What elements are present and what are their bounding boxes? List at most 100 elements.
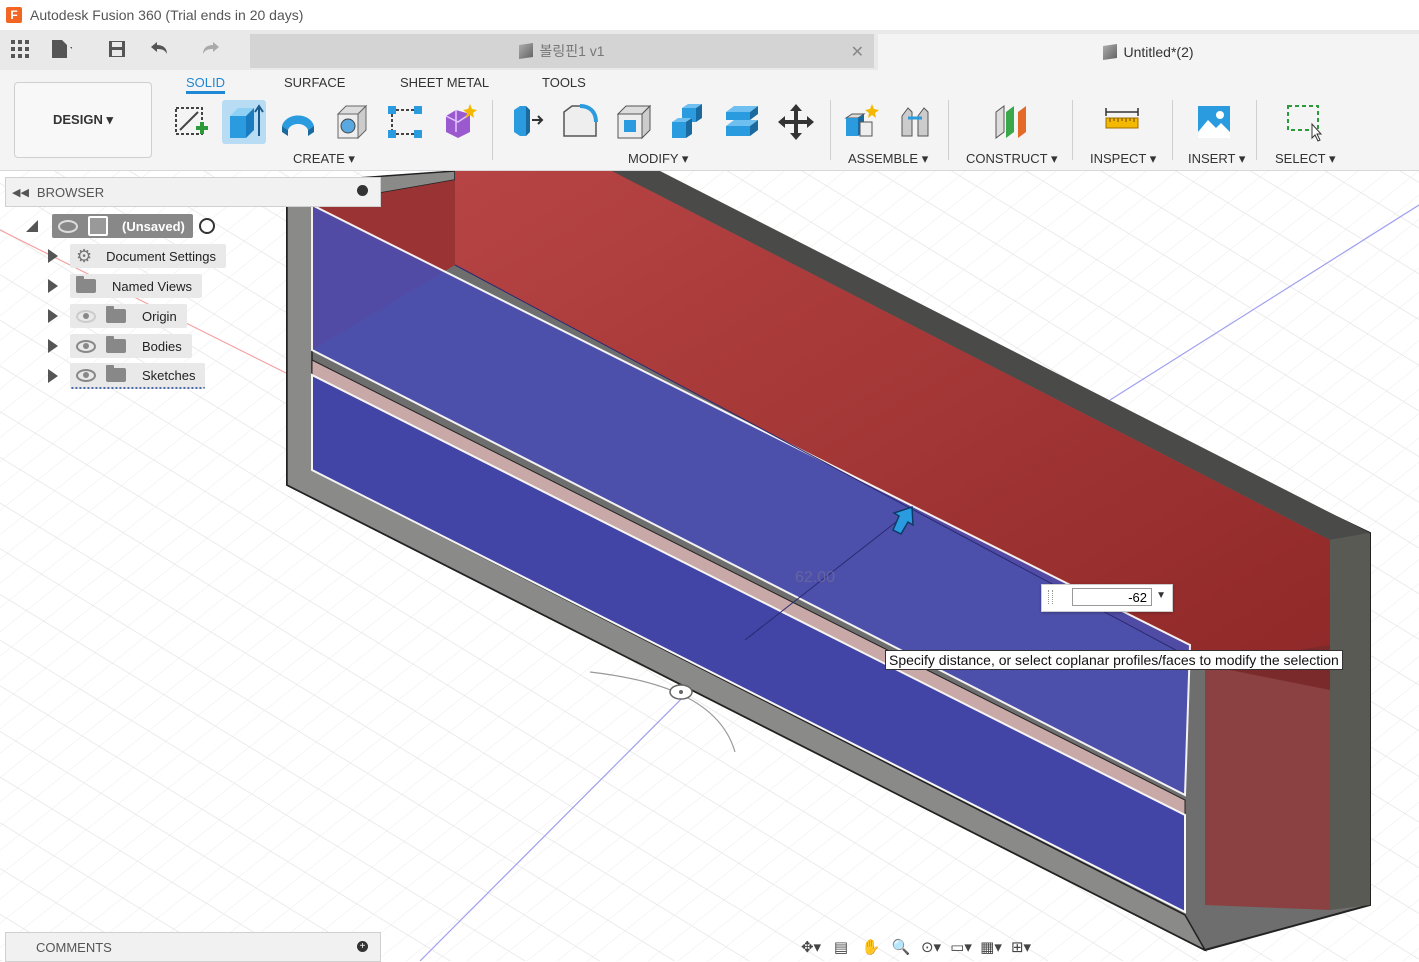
tree-chip[interactable]: ⚙ Document Settings bbox=[70, 244, 226, 268]
browser-item-origin[interactable]: Origin bbox=[48, 304, 187, 328]
browser-root-row[interactable]: (Unsaved) bbox=[26, 214, 215, 238]
tree-chip[interactable]: Origin bbox=[70, 304, 187, 328]
pivot-dot bbox=[679, 690, 683, 694]
browser-item-sketches[interactable]: Sketches bbox=[48, 363, 206, 389]
new-component-icon[interactable] bbox=[840, 100, 884, 144]
fusion-logo-icon: F bbox=[6, 7, 22, 23]
pattern-icon[interactable] bbox=[384, 100, 428, 144]
offset-plane-icon[interactable] bbox=[990, 100, 1034, 144]
redo-icon[interactable] bbox=[200, 38, 222, 60]
pan-icon[interactable]: ✋ bbox=[860, 937, 882, 957]
tree-label: Sketches bbox=[142, 367, 196, 383]
extrude-icon[interactable] bbox=[222, 100, 266, 144]
visibility-eye-icon[interactable] bbox=[76, 368, 96, 382]
expand-triangle-icon[interactable] bbox=[48, 309, 58, 323]
folder-icon bbox=[106, 365, 126, 382]
fit-icon[interactable]: ⊙▾ bbox=[920, 937, 942, 957]
fillet-icon[interactable] bbox=[558, 100, 602, 144]
close-icon[interactable]: ✕ bbox=[851, 42, 864, 62]
expand-triangle-icon[interactable] bbox=[48, 339, 58, 353]
grid-settings-icon[interactable]: ▦▾ bbox=[980, 937, 1002, 957]
save-icon[interactable] bbox=[106, 38, 128, 60]
browser-item-named-views[interactable]: Named Views bbox=[48, 274, 202, 298]
display-settings-icon[interactable]: ▭▾ bbox=[950, 937, 972, 957]
tab-solid[interactable]: SOLID bbox=[186, 75, 226, 94]
create-form-icon[interactable] bbox=[438, 100, 482, 144]
workspace-switcher-button[interactable]: DESIGN ▾ bbox=[14, 82, 152, 158]
component-icon bbox=[519, 43, 534, 59]
group-separator bbox=[1172, 100, 1173, 160]
joint-icon[interactable] bbox=[894, 100, 938, 144]
create-menu[interactable]: CREATE ▾ bbox=[293, 151, 355, 167]
grid-icon[interactable] bbox=[9, 38, 31, 60]
distance-input[interactable] bbox=[1072, 588, 1152, 606]
tree-chip[interactable]: Named Views bbox=[70, 274, 202, 298]
lower-cavity-right-wall bbox=[1205, 665, 1330, 910]
document-tab-inactive[interactable]: 볼링핀1 v1 ✕ bbox=[250, 34, 874, 68]
group-separator bbox=[492, 100, 493, 160]
measure-icon[interactable] bbox=[1100, 100, 1144, 144]
split-body-icon[interactable] bbox=[720, 100, 764, 144]
file-icon[interactable] bbox=[50, 38, 72, 60]
drag-grip-icon[interactable] bbox=[1048, 590, 1053, 604]
hidden-eye-icon[interactable] bbox=[76, 309, 96, 323]
expand-triangle-icon[interactable] bbox=[48, 249, 58, 263]
modify-menu[interactable]: MODIFY ▾ bbox=[628, 151, 688, 167]
browser-item-document-settings[interactable]: ⚙ Document Settings bbox=[48, 244, 226, 268]
activate-radio-icon[interactable] bbox=[198, 218, 215, 234]
inspect-menu[interactable]: INSPECT ▾ bbox=[1090, 151, 1156, 167]
folder-icon bbox=[106, 336, 126, 353]
tab-sheet-metal[interactable]: SHEET METAL bbox=[400, 75, 489, 90]
folder-icon bbox=[76, 276, 96, 293]
model-canvas[interactable]: 62.00 bbox=[0, 171, 1419, 961]
right-side-face bbox=[1330, 533, 1370, 910]
comments-panel-header[interactable]: COMMENTS + bbox=[5, 932, 381, 962]
viewports-icon[interactable]: ⊞▾ bbox=[1010, 937, 1032, 957]
visibility-eye-icon[interactable] bbox=[76, 339, 96, 353]
insert-menu[interactable]: INSERT ▾ bbox=[1188, 151, 1245, 167]
select-menu[interactable]: SELECT ▾ bbox=[1275, 151, 1335, 167]
browser-title: BROWSER bbox=[36, 184, 105, 200]
combine-icon[interactable] bbox=[666, 100, 710, 144]
root-component-chip[interactable]: (Unsaved) bbox=[52, 214, 193, 238]
insert-image-icon[interactable] bbox=[1192, 100, 1236, 144]
expand-triangle-icon[interactable] bbox=[48, 279, 58, 293]
browser-item-bodies[interactable]: Bodies bbox=[48, 334, 192, 358]
group-separator bbox=[1072, 100, 1073, 160]
expand-triangle-icon[interactable] bbox=[48, 369, 58, 383]
browser-panel-header[interactable]: ◀◀ BROWSER bbox=[5, 177, 381, 207]
root-label: (Unsaved) bbox=[122, 218, 185, 234]
shell-icon[interactable] bbox=[612, 100, 656, 144]
collapse-triangle-icon[interactable] bbox=[26, 220, 38, 232]
tree-label: Origin bbox=[142, 308, 177, 324]
document-tab-label: Untitled*(2) bbox=[1123, 44, 1194, 60]
zoom-icon[interactable]: 🔍 bbox=[890, 937, 912, 957]
assemble-menu[interactable]: ASSEMBLE ▾ bbox=[848, 151, 928, 167]
create-sketch-icon[interactable] bbox=[168, 100, 212, 144]
collapse-left-icon[interactable]: ◀◀ bbox=[12, 186, 29, 199]
orbit-constrained-icon[interactable]: ✥▾ bbox=[800, 937, 822, 957]
tab-surface[interactable]: SURFACE bbox=[284, 75, 345, 90]
navigation-bar: ✥▾ ▤ ✋ 🔍 ⊙▾ ▭▾ ▦▾ ⊞▾ bbox=[800, 935, 1110, 959]
tab-tools[interactable]: TOOLS bbox=[542, 75, 586, 90]
visibility-eye-icon[interactable] bbox=[58, 219, 78, 233]
tree-chip[interactable]: Bodies bbox=[70, 334, 192, 358]
canvas-viewport[interactable]: 62.00 bbox=[0, 171, 1419, 961]
chevron-down-icon[interactable]: ▼ bbox=[1156, 590, 1166, 601]
revolve-icon[interactable] bbox=[276, 100, 320, 144]
pin-icon[interactable] bbox=[357, 185, 368, 196]
toolbar-ribbon: DESIGN ▾ SOLID SURFACE SHEET METAL TOOLS… bbox=[0, 70, 1419, 171]
look-at-icon[interactable]: ▤ bbox=[830, 937, 852, 957]
press-pull-icon[interactable] bbox=[504, 100, 548, 144]
window-title: Autodesk Fusion 360 (Trial ends in 20 da… bbox=[30, 7, 304, 23]
hole-icon[interactable] bbox=[330, 100, 374, 144]
gear-icon: ⚙ bbox=[76, 245, 93, 266]
tree-chip[interactable]: Sketches bbox=[70, 363, 206, 389]
undo-icon[interactable] bbox=[148, 38, 170, 60]
move-icon[interactable] bbox=[774, 100, 818, 144]
document-tab-active[interactable]: Untitled*(2) bbox=[878, 34, 1419, 70]
add-comment-icon[interactable]: + bbox=[357, 941, 368, 952]
construct-menu[interactable]: CONSTRUCT ▾ bbox=[966, 151, 1058, 167]
select-icon[interactable] bbox=[1282, 100, 1326, 144]
tree-label: Named Views bbox=[112, 278, 192, 294]
